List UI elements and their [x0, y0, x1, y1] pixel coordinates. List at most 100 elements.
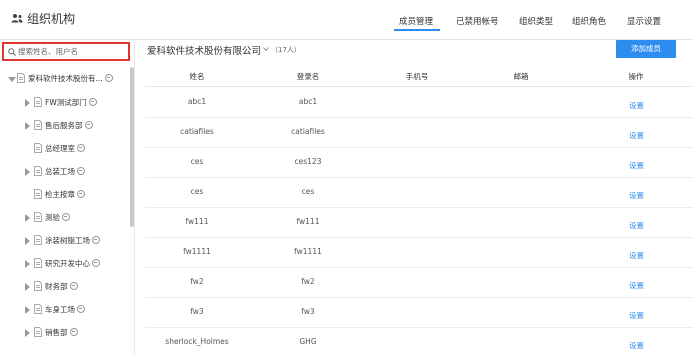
- table-row: catiafiles catiafiles 设置: [145, 118, 693, 148]
- expand-arrow-icon[interactable]: [25, 260, 30, 268]
- settings-link[interactable]: 设置: [629, 130, 644, 141]
- tree-node-label: 涂装树脂工场: [45, 236, 90, 245]
- table-row: ces ces 设置: [145, 178, 693, 208]
- cell-name: ces: [190, 187, 204, 196]
- cell-name: fw3: [190, 307, 204, 316]
- tab-org-roles[interactable]: 组织角色: [572, 15, 606, 27]
- tab-display-settings[interactable]: 显示设置: [627, 15, 661, 27]
- company-name[interactable]: 爱科软件技术股份有限公司: [147, 43, 261, 57]
- settings-link[interactable]: 设置: [629, 250, 644, 261]
- cell-name: ces: [190, 157, 204, 166]
- cell-username: fw2: [301, 277, 315, 286]
- more-options-icon[interactable]: [84, 121, 93, 129]
- tab-org-types[interactable]: 组织类型: [519, 15, 553, 27]
- folder-doc-icon: [34, 120, 42, 130]
- search-icon: [8, 48, 16, 56]
- tree-node-label: 爱科软件技术股份有...: [28, 74, 103, 83]
- folder-doc-icon: [17, 73, 25, 83]
- expand-arrow-icon[interactable]: [25, 214, 30, 222]
- table-row: sherlock_Holmes GHG 设置: [145, 328, 693, 355]
- more-options-icon[interactable]: [104, 74, 113, 82]
- expand-arrow-icon[interactable]: [25, 99, 30, 107]
- more-options-icon[interactable]: [88, 98, 97, 106]
- table-row: ces ces123 设置: [145, 148, 693, 178]
- sidebar: 爱科软件技术股份有... FW测试部门 售后服务部 总经理室 总装工场 检主按章…: [0, 40, 135, 355]
- tree-node-label: 车身工场: [45, 305, 75, 314]
- cell-username: ces123: [294, 157, 322, 166]
- folder-doc-icon: [34, 304, 42, 314]
- folder-doc-icon: [34, 281, 42, 291]
- add-member-button[interactable]: 添加成员: [616, 40, 676, 58]
- expand-arrow-icon[interactable]: [25, 283, 30, 291]
- members-table: 姓名 登录名 手机号 邮箱 操作 abc1 abc1 设置 catiafiles cat…: [145, 63, 693, 355]
- settings-link[interactable]: 设置: [629, 220, 644, 231]
- cell-name: abc1: [187, 97, 207, 106]
- tab-disabled-accounts[interactable]: 已禁用帐号: [456, 15, 499, 27]
- more-options-icon[interactable]: [92, 259, 100, 267]
- folder-doc-icon: [34, 258, 42, 268]
- more-options-icon[interactable]: [77, 167, 85, 175]
- tree-node-label: FW测试部门: [45, 98, 87, 107]
- sidebar-scrollbar[interactable]: [130, 67, 134, 227]
- expand-arrow-icon[interactable]: [25, 329, 30, 337]
- cell-username: catiafiles: [291, 127, 325, 136]
- column-header-email: 邮箱: [513, 72, 529, 81]
- tree-node-label: 售后服务部: [45, 121, 83, 130]
- settings-link[interactable]: 设置: [629, 280, 644, 291]
- cell-username: fw3: [301, 307, 315, 316]
- column-header-username: 登录名: [296, 72, 320, 81]
- settings-link[interactable]: 设置: [629, 190, 644, 201]
- cell-name: sherlock_Holmes: [165, 337, 229, 346]
- cell-username: GHG: [299, 337, 317, 346]
- tree-node-label: 销售部: [45, 328, 68, 337]
- chevron-down-icon[interactable]: [263, 46, 269, 52]
- expand-arrow-icon[interactable]: [25, 168, 30, 176]
- folder-doc-icon: [34, 143, 42, 153]
- table-row: abc1 abc1 设置: [145, 88, 693, 118]
- settings-link[interactable]: 设置: [629, 100, 644, 111]
- more-options-icon[interactable]: [69, 328, 78, 336]
- tab-bar: 成员管理 已禁用帐号 组织类型 组织角色 显示设置: [0, 0, 693, 40]
- folder-doc-icon: [34, 212, 42, 222]
- more-options-icon[interactable]: [77, 144, 85, 152]
- folder-doc-icon: [34, 97, 42, 107]
- column-header-phone: 手机号: [405, 72, 429, 81]
- expand-arrow-icon[interactable]: [25, 306, 30, 314]
- cell-username: fw111: [296, 217, 320, 226]
- search-box[interactable]: [2, 42, 130, 61]
- expand-arrow-icon[interactable]: [25, 122, 30, 130]
- cell-name: fw1111: [183, 247, 211, 256]
- table-header: 姓名 登录名 手机号 邮箱 操作: [145, 63, 693, 87]
- more-options-icon[interactable]: [77, 190, 85, 198]
- folder-doc-icon: [34, 189, 42, 199]
- tree-node-label: 检主按章: [45, 190, 75, 199]
- settings-link[interactable]: 设置: [629, 160, 644, 171]
- tree-node-label: 财务部: [45, 282, 68, 291]
- table-row: fw2 fw2 设置: [145, 268, 693, 298]
- expand-arrow-icon[interactable]: [25, 237, 30, 245]
- settings-link[interactable]: 设置: [629, 340, 644, 351]
- more-options-icon[interactable]: [62, 213, 70, 221]
- search-input[interactable]: [18, 45, 126, 58]
- cell-username: fw1111: [294, 247, 322, 256]
- table-row: fw3 fw3 设置: [145, 298, 693, 328]
- collapse-arrow-icon[interactable]: [8, 77, 16, 82]
- tree-node-root[interactable]: 爱科软件技术股份有...: [8, 72, 128, 86]
- cell-name: catiafiles: [180, 127, 214, 136]
- more-options-icon[interactable]: [69, 282, 78, 290]
- column-header-name: 姓名: [189, 72, 205, 81]
- settings-link[interactable]: 设置: [629, 310, 644, 321]
- tree-node-label: 总装工场: [45, 167, 75, 176]
- tab-members[interactable]: 成员管理: [399, 15, 433, 27]
- tree-node-label: 总经理室: [45, 144, 75, 153]
- folder-doc-icon: [34, 235, 42, 245]
- tree-node-label: 研究开发中心: [45, 259, 90, 268]
- folder-doc-icon: [34, 166, 42, 176]
- more-options-icon[interactable]: [92, 236, 100, 244]
- folder-doc-icon: [34, 327, 42, 337]
- table-row: fw111 fw111 设置: [145, 208, 693, 238]
- column-header-actions: 操作: [628, 72, 644, 81]
- table-row: fw1111 fw1111 设置: [145, 238, 693, 268]
- more-options-icon[interactable]: [77, 305, 85, 313]
- member-count: （17人）: [271, 46, 301, 54]
